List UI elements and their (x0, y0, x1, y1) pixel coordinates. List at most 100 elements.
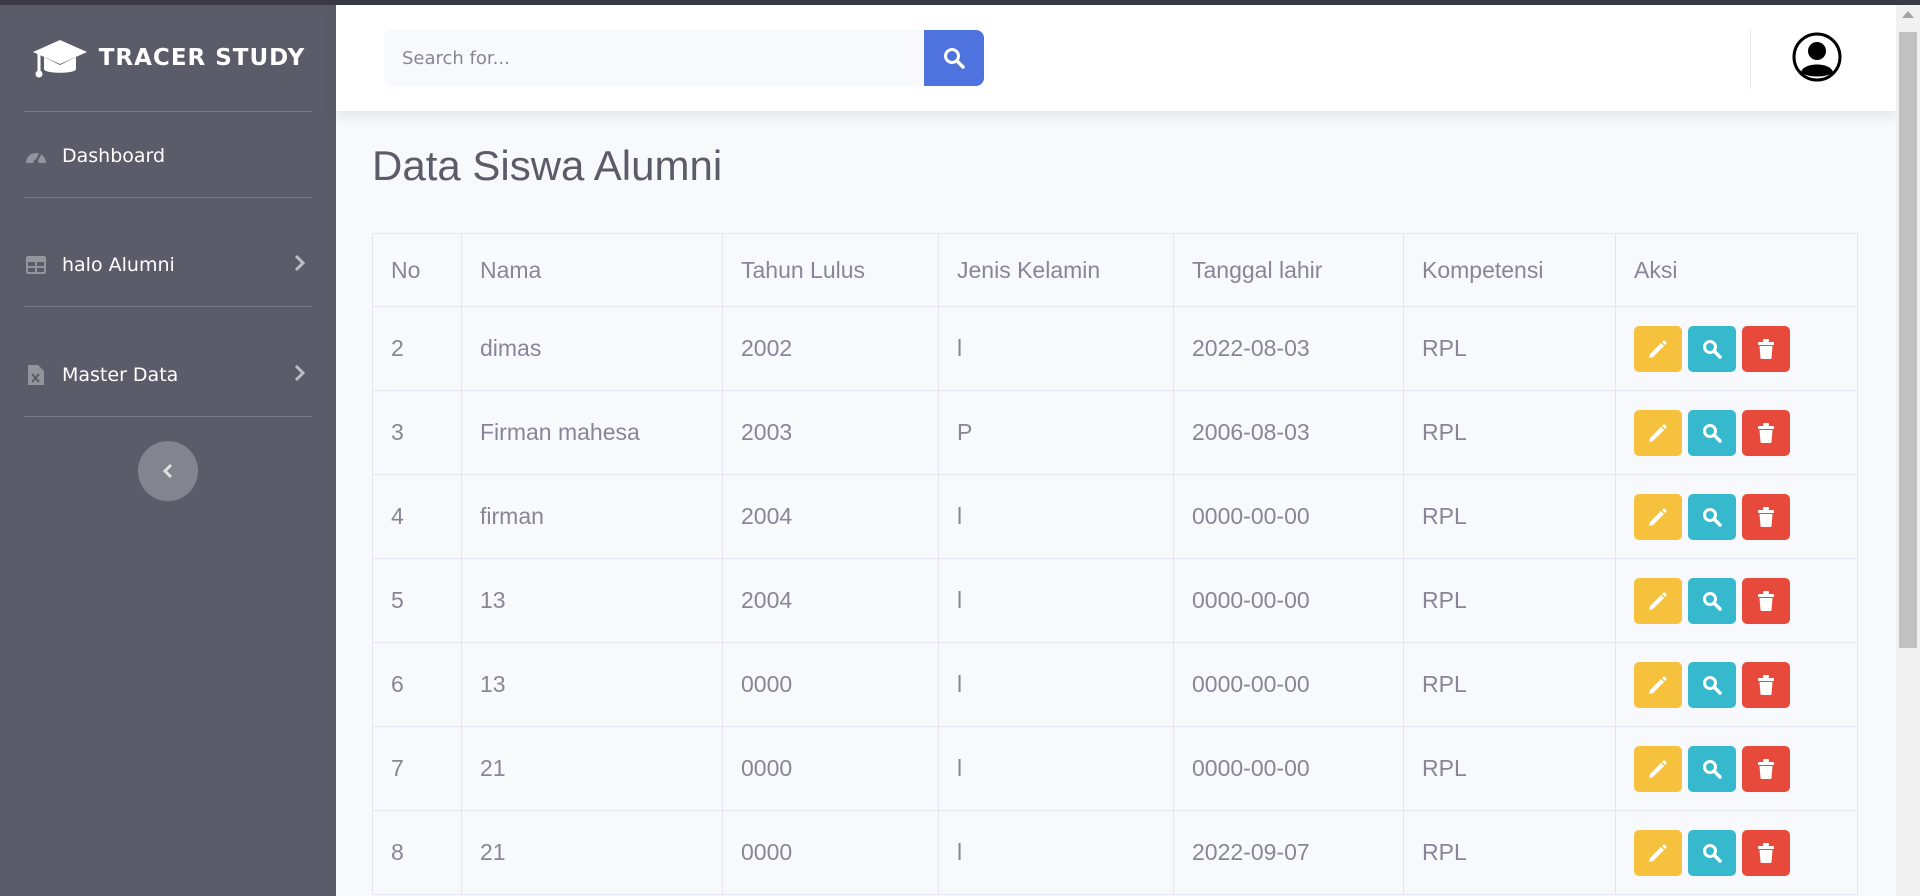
table-icon (24, 253, 48, 277)
edit-button[interactable] (1634, 745, 1682, 792)
view-button[interactable] (1688, 325, 1736, 372)
action-group (1634, 409, 1839, 456)
view-button[interactable] (1688, 577, 1736, 624)
view-button[interactable] (1688, 661, 1736, 708)
cell-tahun-lulus: 2002 (722, 306, 939, 391)
trash-icon (1758, 422, 1774, 443)
table-row: 5 13 2004 l 0000-00-00 RPL (372, 558, 1858, 643)
search-icon (1703, 339, 1722, 359)
cell-no: 7 (372, 726, 462, 811)
brand-title: TRACER STUDY (98, 45, 306, 71)
sidebar-item-master-data[interactable]: Master Data (0, 345, 336, 405)
cell-aksi (1615, 390, 1858, 475)
cell-jenis-kelamin: l (938, 306, 1174, 391)
scroll-up-icon[interactable] (1902, 11, 1914, 18)
cell-tahun-lulus: 0000 (722, 642, 939, 727)
table-row: 2 dimas 2002 l 2022-08-03 RPL (372, 306, 1858, 391)
cell-tahun-lulus: 2004 (722, 474, 939, 559)
view-button[interactable] (1688, 745, 1736, 792)
search-button[interactable] (924, 30, 984, 86)
column-header-tahun-lulus: Tahun Lulus (722, 233, 939, 307)
user-avatar[interactable] (1792, 32, 1842, 86)
action-group (1634, 829, 1839, 876)
graduation-cap-icon (32, 40, 87, 78)
trash-icon (1758, 590, 1774, 611)
cell-no: 8 (372, 810, 462, 895)
cell-no: 3 (372, 390, 462, 475)
cell-tahun-lulus: 2003 (722, 390, 939, 475)
cell-kompetensi: RPL (1403, 306, 1616, 391)
view-button[interactable] (1688, 409, 1736, 456)
cell-jenis-kelamin: l (938, 558, 1174, 643)
column-header-no: No (372, 233, 462, 307)
cell-no: 4 (372, 474, 462, 559)
cell-nama: 13 (461, 558, 723, 643)
edit-button[interactable] (1634, 661, 1682, 708)
chevron-left-icon (162, 463, 173, 479)
scrollbar-thumb[interactable] (1899, 32, 1917, 648)
action-group (1634, 325, 1839, 372)
delete-button[interactable] (1742, 325, 1790, 372)
action-group (1634, 577, 1839, 624)
pencil-icon (1649, 759, 1667, 778)
edit-button[interactable] (1634, 409, 1682, 456)
pencil-icon (1649, 843, 1667, 862)
delete-button[interactable] (1742, 577, 1790, 624)
cell-no: 2 (372, 306, 462, 391)
sidebar-divider (24, 306, 312, 307)
trash-icon (1758, 338, 1774, 359)
cell-tanggal-lahir: 0000-00-00 (1173, 474, 1404, 559)
edit-button[interactable] (1634, 493, 1682, 540)
edit-button[interactable] (1634, 577, 1682, 624)
sidebar-item-dashboard[interactable]: Dashboard (0, 126, 336, 186)
edit-button[interactable] (1634, 325, 1682, 372)
cell-kompetensi: RPL (1403, 810, 1616, 895)
pencil-icon (1649, 591, 1667, 610)
cell-tanggal-lahir: 0000-00-00 (1173, 642, 1404, 727)
brand[interactable]: TRACER STUDY (0, 5, 336, 111)
cell-kompetensi: RPL (1403, 390, 1616, 475)
page-scrollbar[interactable] (1896, 5, 1920, 896)
sidebar-divider (24, 416, 312, 417)
delete-button[interactable] (1742, 661, 1790, 708)
delete-button[interactable] (1742, 409, 1790, 456)
view-button[interactable] (1688, 493, 1736, 540)
sidebar-toggle-button[interactable] (138, 441, 198, 501)
cell-aksi (1615, 306, 1858, 391)
cell-jenis-kelamin: l (938, 642, 1174, 727)
sidebar-item-label: Master Data (62, 364, 179, 386)
view-button[interactable] (1688, 829, 1736, 876)
search-input[interactable] (384, 30, 924, 86)
chevron-right-icon (294, 364, 306, 387)
pencil-icon (1649, 339, 1667, 358)
cell-tanggal-lahir: 0000-00-00 (1173, 726, 1404, 811)
cell-aksi (1615, 726, 1858, 811)
cell-jenis-kelamin: l (938, 810, 1174, 895)
cell-nama: 21 (461, 726, 723, 811)
cell-aksi (1615, 810, 1858, 895)
delete-button[interactable] (1742, 745, 1790, 792)
delete-button[interactable] (1742, 829, 1790, 876)
action-group (1634, 493, 1839, 540)
edit-button[interactable] (1634, 829, 1682, 876)
table-row: 7 21 0000 l 0000-00-00 RPL (372, 726, 1858, 811)
table-row: 6 13 0000 l 0000-00-00 RPL (372, 642, 1858, 727)
sidebar: TRACER STUDY Dashboard halo Alumni Maste… (0, 5, 336, 896)
pencil-icon (1649, 675, 1667, 694)
action-group (1634, 745, 1839, 792)
table-row: 4 firman 2004 l 0000-00-00 RPL (372, 474, 1858, 559)
action-group (1634, 661, 1839, 708)
trash-icon (1758, 758, 1774, 779)
sidebar-item-label: Dashboard (62, 145, 166, 167)
chevron-right-icon (294, 254, 306, 277)
cell-nama: 13 (461, 642, 723, 727)
delete-button[interactable] (1742, 493, 1790, 540)
file-excel-icon (24, 363, 48, 387)
cell-jenis-kelamin: P (938, 390, 1174, 475)
cell-aksi (1615, 642, 1858, 727)
sidebar-item-halo-alumni[interactable]: halo Alumni (0, 235, 336, 295)
cell-tanggal-lahir: 0000-00-00 (1173, 558, 1404, 643)
cell-tanggal-lahir: 2022-08-03 (1173, 306, 1404, 391)
alumni-table: No Nama Tahun Lulus Jenis Kelamin Tangga… (372, 233, 1858, 895)
search-form (384, 30, 984, 86)
